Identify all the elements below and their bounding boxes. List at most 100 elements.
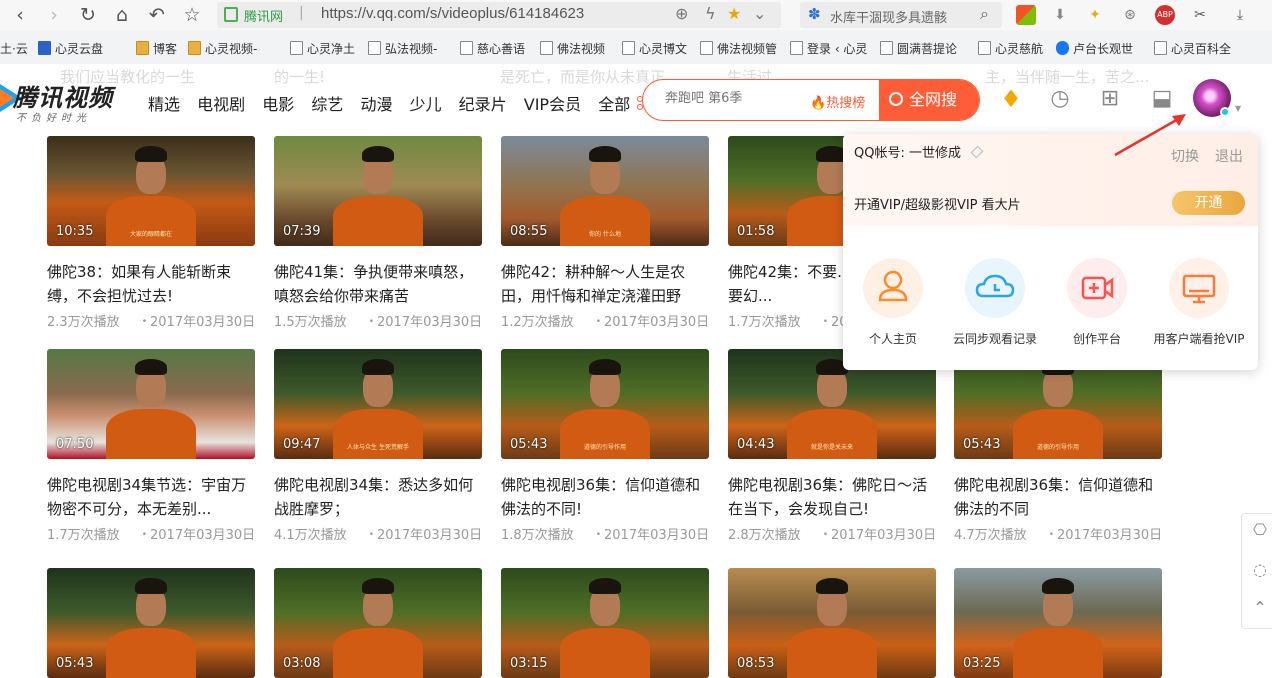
video-card[interactable]: 05:43 (47, 568, 255, 678)
video-thumbnail[interactable]: 08:53 (728, 568, 936, 678)
game-icon[interactable]: ✦ (1085, 5, 1105, 25)
video-thumbnail[interactable]: 05:43 (47, 568, 255, 678)
adblock-icon[interactable]: ABP (1155, 5, 1175, 25)
search-input[interactable] (665, 91, 815, 106)
quick-action-client-vip[interactable]: 用客户端看抢VIP (1144, 258, 1254, 347)
bookmark-item[interactable]: 土·云 (0, 40, 28, 57)
nav-item-featured[interactable]: 精选 (148, 91, 180, 115)
bookmark-item[interactable]: 卢台长观世 (1056, 40, 1133, 57)
video-title[interactable]: 佛陀电视剧36集：信仰道德和佛法的不同! (501, 473, 709, 521)
video-card[interactable]: 03:15 (501, 568, 709, 678)
bookmark-item[interactable]: 慈心善语 (460, 40, 525, 57)
video-card[interactable]: 人体与众生 生死荒解手 09:47 佛陀电视剧34集：悉达多如何战胜摩罗； 4.1万次… (274, 349, 482, 543)
gift-icon[interactable]: ⎔ (1250, 520, 1270, 540)
history-clock-icon[interactable]: ◷ (1045, 84, 1075, 114)
address-bar[interactable]: 腾讯网 | https://v.qq.com/s/videoplus/61418… (217, 2, 781, 28)
video-title[interactable]: 佛陀38：如果有人能斩断束缚，不会担忧过去! (47, 260, 255, 308)
bookmark-item[interactable]: 心灵慈航 (978, 40, 1043, 57)
video-thumbnail[interactable]: 07:50 (47, 349, 255, 459)
bookmark-item[interactable]: 心灵净土 (290, 40, 355, 57)
url-text[interactable]: https://v.qq.com/s/videoplus/614184623 (321, 5, 584, 22)
quick-action-profile[interactable]: 个人主页 (843, 258, 948, 347)
nav-item-movie[interactable]: 电影 (262, 91, 294, 115)
video-card[interactable]: 07:39 佛陀41集：争执便带来嗔怒，嗔怒会给你带来痛苦 1.5万次播放 2017年… (274, 136, 482, 330)
bookmark-item[interactable]: 佛法视频管 (700, 40, 777, 57)
video-thumbnail[interactable]: 03:25 (954, 568, 1162, 678)
download-tray-icon[interactable]: ⤓ (1230, 5, 1250, 25)
bookmark-item[interactable]: 佛法视频 (540, 40, 605, 57)
video-title[interactable]: 佛陀电视剧34集节选：宇宙万物密不可分，本无差别... (47, 473, 255, 521)
bookmark-item[interactable]: 心灵视频- (188, 40, 257, 57)
video-card[interactable]: 道德的引导作用05:43 佛陀电视剧36集：信仰道德和佛法的不同! 1.8万次播放 2… (501, 349, 709, 543)
vip-diamond-icon[interactable]: ♦ (996, 84, 1026, 114)
nav-item-tv[interactable]: 电视剧 (197, 91, 245, 115)
open-vip-button[interactable]: 开通 (1172, 191, 1245, 215)
video-card[interactable]: 就是你是关未来 04:43 佛陀电视剧36集：佛陀日～活在当下，会发现自己! 2.8万… (728, 349, 936, 543)
video-thumbnail[interactable]: 人体与众生 生死荒解手 09:47 (274, 349, 482, 459)
page-icon (540, 41, 553, 55)
quick-action-cloud-sync[interactable]: 云同步观看记录 (940, 258, 1050, 347)
video-card[interactable]: 大家的眼睛都在 10:35 佛陀38：如果有人能斩断束缚，不会担忧过去! 2.3万次播… (47, 136, 255, 330)
hot-search-link[interactable]: 🔥热搜榜 (810, 92, 865, 111)
search-button[interactable]: 全网搜 (879, 80, 979, 120)
search-icon[interactable]: ⌕ (980, 4, 989, 24)
back-icon[interactable]: ‹ (8, 3, 32, 27)
lightning-icon[interactable]: ϟ (705, 4, 716, 23)
download-arrow-icon[interactable]: ⬇ (1050, 5, 1070, 25)
video-thumbnail[interactable]: 道德的引导作用 05:43 (501, 349, 709, 459)
video-title[interactable]: 佛陀电视剧36集：佛陀日～活在当下，会发现自己! (728, 473, 936, 521)
video-card[interactable]: 道德的引导作用05:43佛陀电视剧36集：信仰道德和佛法的不同4.7万次播放20… (954, 349, 1162, 543)
video-thumbnail[interactable]: 你的 什么地 08:55 (501, 136, 709, 246)
logout-link[interactable]: 退出 (1215, 146, 1243, 166)
bookmark-item[interactable]: 圆满菩提论 (880, 40, 957, 57)
bookmark-star-icon[interactable]: ☆ (180, 3, 204, 27)
video-title[interactable]: 佛陀42：耕种解～人生是农田，用忏悔和禅定浇灌田野 (501, 260, 709, 308)
chevron-down-icon[interactable]: ▼ (1235, 104, 1241, 113)
bookmark-item[interactable]: 心灵百科全 (1154, 40, 1231, 57)
video-thumbnail[interactable]: 03:15 (501, 568, 709, 678)
video-title[interactable]: 佛陀41集：争执便带来嗔怒，嗔怒会给你带来痛苦 (274, 260, 482, 308)
browser-search-box[interactable]: ✽ 水库干涸现多具遗骸 ⌕ (800, 2, 1002, 28)
figure-hair (135, 359, 167, 375)
favorite-star-icon[interactable]: ★ (727, 4, 741, 23)
chevron-down-icon[interactable]: ⌄ (753, 4, 766, 23)
video-thumbnail[interactable]: 大家的眼睛都在 10:35 (47, 136, 255, 246)
bookmark-item[interactable]: 登录 ‹ 心灵 (790, 40, 867, 57)
video-duration: 08:53 (737, 656, 775, 671)
site-logo[interactable]: 腾讯视频 不负好时光 (0, 76, 126, 126)
bookmark-label: 心灵慈航 (995, 42, 1044, 56)
nav-item-anime[interactable]: 动漫 (360, 91, 392, 115)
home-icon[interactable]: ⌂ (110, 3, 134, 27)
undo-close-tab-icon[interactable]: ↶ (145, 3, 169, 27)
video-card[interactable]: 03:08 (274, 568, 482, 678)
reload-icon[interactable]: ↻ (76, 3, 100, 27)
quick-action-creator[interactable]: 创作平台 (1042, 258, 1152, 347)
nav-item-documentary[interactable]: 纪录片 (459, 91, 507, 115)
bookmark-item[interactable]: 博客 (136, 40, 177, 57)
browser-search-text[interactable]: 水库干涸现多具遗骸 (830, 7, 947, 26)
video-card[interactable]: 08:53 (728, 568, 936, 678)
video-title[interactable]: 佛陀电视剧36集：信仰道德和佛法的不同 (954, 473, 1162, 521)
bookmark-item[interactable]: 心灵博文 (622, 40, 687, 57)
video-title[interactable]: 佛陀电视剧34集：悉达多如何战胜摩罗； (274, 473, 482, 521)
quick-action-label: 个人主页 (868, 332, 917, 346)
video-thumbnail[interactable]: 07:39 (274, 136, 482, 246)
bookmark-item[interactable]: 弘法视频- (368, 40, 437, 57)
zoom-icon[interactable]: ⊕ (675, 4, 688, 23)
nav-item-all[interactable]: 全部 (598, 91, 630, 115)
nav-item-vip[interactable]: VIP会员 (524, 91, 581, 115)
forward-icon[interactable]: › (42, 3, 66, 27)
bookmark-item[interactable]: 心灵云盘 (38, 40, 103, 57)
gamepad-icon[interactable]: ⊛ (1120, 5, 1140, 25)
video-card[interactable]: 07:50 佛陀电视剧34集节选：宇宙万物密不可分，本无差别... 1.7万次播放 2… (47, 349, 255, 543)
video-card[interactable]: 03:25 (954, 568, 1162, 678)
scissors-icon[interactable]: ✂ (1190, 5, 1210, 25)
figure-hair (589, 578, 621, 594)
feedback-icon[interactable]: ◌ (1250, 560, 1270, 580)
windows-icon[interactable] (1016, 5, 1036, 25)
back-to-top-icon[interactable]: ⌃ (1250, 598, 1270, 618)
video-thumbnail[interactable]: 03:08 (274, 568, 482, 678)
nav-item-variety[interactable]: 综艺 (311, 91, 343, 115)
nav-item-kids[interactable]: 少儿 (410, 91, 442, 115)
video-card[interactable]: 你的 什么地 08:55 佛陀42：耕种解～人生是农田，用忏悔和禅定浇灌田野 1.2万… (501, 136, 709, 330)
